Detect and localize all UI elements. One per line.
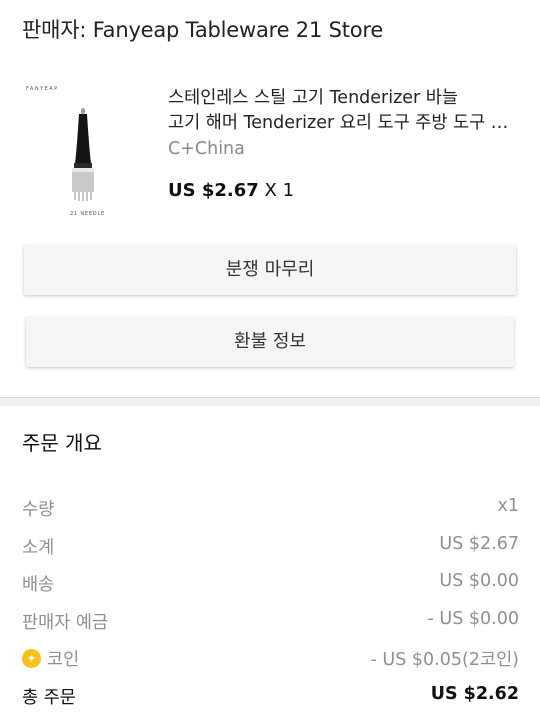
summary-row-subtotal: 소계 US $2.67 <box>22 534 519 558</box>
summary-row-total: 총 주문 US $2.62 <box>22 684 519 708</box>
product-title-line1: 스테인레스 스틸 고기 Tenderizer 바늘 <box>168 88 459 108</box>
product-price: US $2.67 <box>168 180 259 201</box>
section-divider <box>0 397 540 406</box>
product-image-brand: FANYEAP <box>26 86 59 92</box>
product-quantity: X 1 <box>264 180 295 201</box>
product-title-line2: 고기 해머 Tenderizer 요리 도구 주방 도구 가제트 <box>168 113 518 133</box>
product-image-caption: 21 NEEDLE <box>70 211 106 217</box>
product-title[interactable]: 스테인레스 스틸 고기 Tenderizer 바늘 고기 해머 Tenderiz… <box>168 86 518 136</box>
product-origin: C+China <box>168 139 245 159</box>
product-item[interactable]: FANYEAP 21 NEEDLE 스테인레스 스틸 고기 Tenderizer… <box>0 78 540 223</box>
summary-row-shipping: 배송 US $0.00 <box>22 571 519 595</box>
coin-icon <box>22 649 41 668</box>
summary-label: 배송 <box>22 575 55 595</box>
product-image[interactable]: FANYEAP 21 NEEDLE <box>22 86 142 217</box>
order-detail-page: 판매자: Fanyeap Tableware 21 Store FANYEAP … <box>0 0 540 728</box>
product-price-line: US $2.67 X 1 <box>168 180 294 201</box>
summary-row-quantity: 수량 x1 <box>22 496 519 520</box>
total-value: US $2.62 <box>430 684 519 704</box>
summary-label-coins: 코인 <box>22 646 79 671</box>
order-summary-title: 주문 개요 <box>22 431 102 455</box>
summary-value: x1 <box>497 496 520 516</box>
refund-info-button[interactable]: 환불 정보 <box>26 317 514 367</box>
summary-value: US $0.00 <box>439 571 519 591</box>
summary-label: 소계 <box>22 538 55 558</box>
summary-label: 수량 <box>22 500 55 520</box>
summary-row-seller-deposit: 판매자 예금 - US $0.00 <box>22 609 519 633</box>
total-label: 총 주문 <box>22 688 76 708</box>
summary-label: 판매자 예금 <box>22 613 109 633</box>
dispute-button[interactable]: 분쟁 마무리 <box>24 245 516 295</box>
meat-tenderizer-image <box>72 108 94 201</box>
summary-row-coins: 코인 - US $0.05(2코인) <box>22 646 519 670</box>
summary-label: 코인 <box>47 650 80 670</box>
summary-value: - US $0.00 <box>427 609 519 629</box>
summary-value: - US $0.05(2코인) <box>370 650 519 670</box>
seller-name[interactable]: 판매자: Fanyeap Tableware 21 Store <box>22 14 383 44</box>
summary-value: US $2.67 <box>439 534 519 554</box>
